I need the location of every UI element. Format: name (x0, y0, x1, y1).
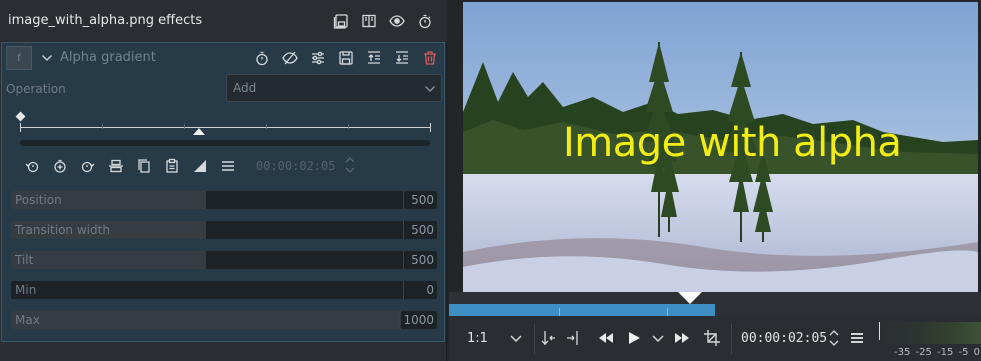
effect-name: Alpha gradient (60, 50, 156, 65)
save-stack-icon[interactable] (332, 12, 350, 30)
audio-level-bar (881, 322, 981, 344)
param-label: Min (15, 283, 37, 297)
chevron-down-icon[interactable] (507, 329, 525, 347)
compare-split-icon[interactable] (360, 12, 378, 30)
timecode-spinner-icon[interactable] (825, 329, 843, 347)
effect-item-alpha-gradient: f Alpha gradient Operation Add 00:00:02:… (1, 42, 445, 342)
param-slider[interactable]: Tilt 500 (11, 251, 437, 269)
keyframe-timecode[interactable]: 00:00:02:05 (256, 159, 335, 173)
ruler-tick (266, 124, 267, 129)
effects-panel: image_with_alpha.png effects f Alpha gra… (0, 0, 447, 361)
chevron-down-icon[interactable] (40, 51, 54, 65)
param-label: Transition width (15, 223, 110, 237)
set-out-point-icon[interactable] (565, 329, 583, 347)
param-slider-fill (11, 251, 206, 269)
delete-icon[interactable] (422, 50, 438, 66)
param-slider[interactable]: Max 1000 (11, 311, 437, 329)
adjust-sliders-icon[interactable] (310, 50, 326, 66)
keyframe-menu-icon[interactable] (220, 158, 236, 174)
timeline-tick (559, 308, 560, 316)
move-down-icon[interactable] (394, 50, 410, 66)
monitor-timeline[interactable] (449, 292, 981, 316)
ruler-tick (430, 123, 431, 132)
toolbar-separator (534, 324, 535, 354)
operation-value: Add (233, 81, 257, 95)
param-slider[interactable]: Min 0 (11, 281, 437, 299)
ruler-tick (102, 124, 103, 129)
param-slider[interactable]: Transition width 500 (11, 221, 437, 239)
rewind-icon[interactable] (597, 329, 615, 347)
move-up-icon[interactable] (366, 50, 382, 66)
param-label: Tilt (15, 253, 34, 267)
chevron-down-icon[interactable] (649, 329, 667, 347)
timeline-playhead[interactable] (678, 292, 702, 304)
audio-level-marker (879, 322, 880, 340)
copy-keyframe-icon[interactable] (136, 158, 152, 174)
effects-header: image_with_alpha.png effects (0, 0, 447, 42)
overlay-text: Image with alpha (563, 120, 902, 166)
visibility-eye-icon[interactable] (388, 12, 406, 30)
keyframe-ruler-line (20, 127, 430, 128)
set-in-point-icon[interactable] (539, 329, 557, 347)
play-icon[interactable] (625, 329, 643, 347)
zoom-level: 1:1 (467, 331, 488, 346)
chevron-down-icon (423, 82, 437, 96)
next-keyframe-icon[interactable] (80, 158, 96, 174)
keyframe-marker[interactable] (15, 111, 26, 122)
monitor-viewport[interactable]: Image with alpha (463, 2, 978, 292)
monitor-toolbar: 1:1 00:00:02:05 -35 -25 -15 -5 0 (449, 316, 981, 361)
monitor-timecode[interactable]: 00:00:02:05 (741, 331, 827, 346)
align-keyframe-icon[interactable] (108, 158, 124, 174)
paste-keyframe-icon[interactable] (164, 158, 180, 174)
timecode-spinner-icon[interactable] (344, 155, 356, 175)
ruler-tick (348, 124, 349, 129)
audio-level-meter: -35 -25 -15 -5 0 (877, 320, 981, 361)
keyframe-toolbar: 00:00:02:05 (12, 155, 438, 177)
param-value[interactable]: 500 (403, 251, 437, 269)
param-label: Position (15, 193, 62, 207)
param-value[interactable]: 1000 (399, 311, 437, 329)
effect-badge[interactable]: f (6, 46, 32, 70)
crop-icon[interactable] (703, 329, 721, 347)
ruler-tick (20, 123, 21, 132)
operation-label: Operation (6, 82, 66, 96)
param-value[interactable]: 0 (403, 281, 437, 299)
timer-icon[interactable] (416, 12, 434, 30)
clip-monitor: Image with alpha 1:1 00:00:02:05 -35 -25… (449, 0, 981, 361)
keyframe-playhead[interactable] (193, 128, 205, 135)
keyframe-timer-icon[interactable] (254, 50, 270, 66)
operation-select[interactable]: Add (226, 74, 442, 102)
param-label: Max (15, 313, 40, 327)
keyframe-ruler[interactable] (12, 109, 438, 149)
monitor-menu-icon[interactable] (848, 329, 866, 347)
previous-keyframe-icon[interactable] (24, 158, 40, 174)
timeline-progress (449, 304, 715, 316)
audio-scale: -35 -25 -15 -5 0 (894, 347, 981, 358)
param-slider-fill (11, 311, 401, 329)
disable-eye-icon[interactable] (282, 50, 298, 66)
param-slider[interactable]: Position 500 (11, 191, 437, 209)
save-icon[interactable] (338, 50, 354, 66)
add-keyframe-icon[interactable] (52, 158, 68, 174)
interpolation-icon[interactable] (192, 158, 208, 174)
keyframe-zoom-bar[interactable] (20, 140, 430, 146)
effects-title: image_with_alpha.png effects (8, 13, 203, 28)
param-value[interactable]: 500 (403, 221, 437, 239)
toolbar-separator (731, 324, 732, 354)
effect-title-row: f Alpha gradient (2, 43, 444, 73)
param-value[interactable]: 500 (403, 191, 437, 209)
fast-forward-icon[interactable] (673, 329, 691, 347)
timeline-tick (667, 308, 668, 316)
ruler-tick (184, 124, 185, 129)
